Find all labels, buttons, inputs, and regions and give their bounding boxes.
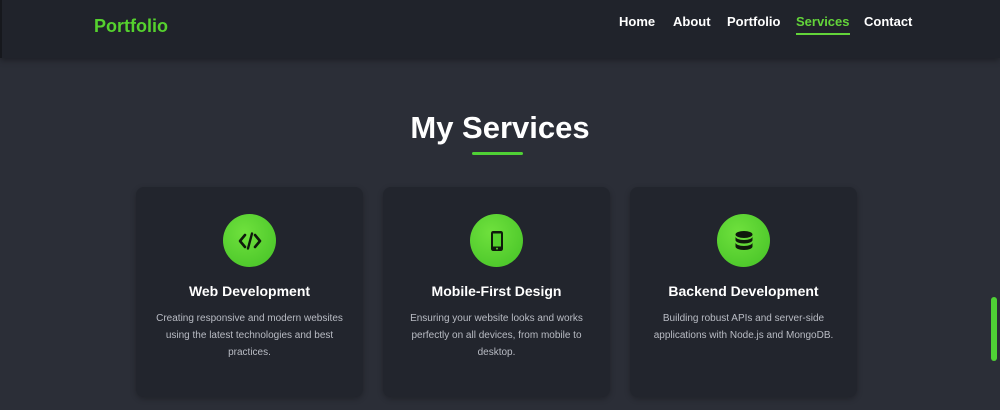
- service-card-backend-development[interactable]: Backend Development Building robust APIs…: [630, 187, 857, 397]
- nav-item-about[interactable]: About: [673, 14, 711, 29]
- navbar: Portfolio Home About Portfolio Services …: [0, 0, 1000, 58]
- page: Portfolio Home About Portfolio Services …: [0, 0, 1000, 410]
- service-title: Mobile-First Design: [431, 283, 562, 299]
- service-card-mobile-first-design[interactable]: Mobile-First Design Ensuring your websit…: [383, 187, 610, 397]
- service-description: Ensuring your website looks and works pe…: [410, 313, 583, 358]
- service-card-web-development[interactable]: Web Development Creating responsive and …: [136, 187, 363, 397]
- section-title: My Services: [410, 110, 590, 145]
- service-description: Building robust APIs and server-side app…: [653, 313, 834, 341]
- nav-item-services[interactable]: Services: [796, 14, 850, 35]
- database-icon: [717, 214, 770, 267]
- nav-item-home[interactable]: Home: [619, 14, 655, 29]
- brand-logo[interactable]: Portfolio: [94, 16, 168, 37]
- scrollbar-thumb[interactable]: [991, 297, 997, 361]
- mobile-icon: [470, 214, 523, 267]
- nav-item-services-label: Services: [796, 14, 850, 29]
- service-title: Web Development: [188, 283, 311, 299]
- nav-item-contact[interactable]: Contact: [864, 14, 912, 29]
- service-description: Creating responsive and modern websites …: [156, 313, 343, 358]
- section-title-underline: [472, 152, 523, 155]
- nav-active-indicator: [796, 33, 850, 35]
- nav-item-portfolio[interactable]: Portfolio: [727, 14, 780, 29]
- code-icon: [223, 214, 276, 267]
- service-title: Backend Development: [668, 283, 819, 299]
